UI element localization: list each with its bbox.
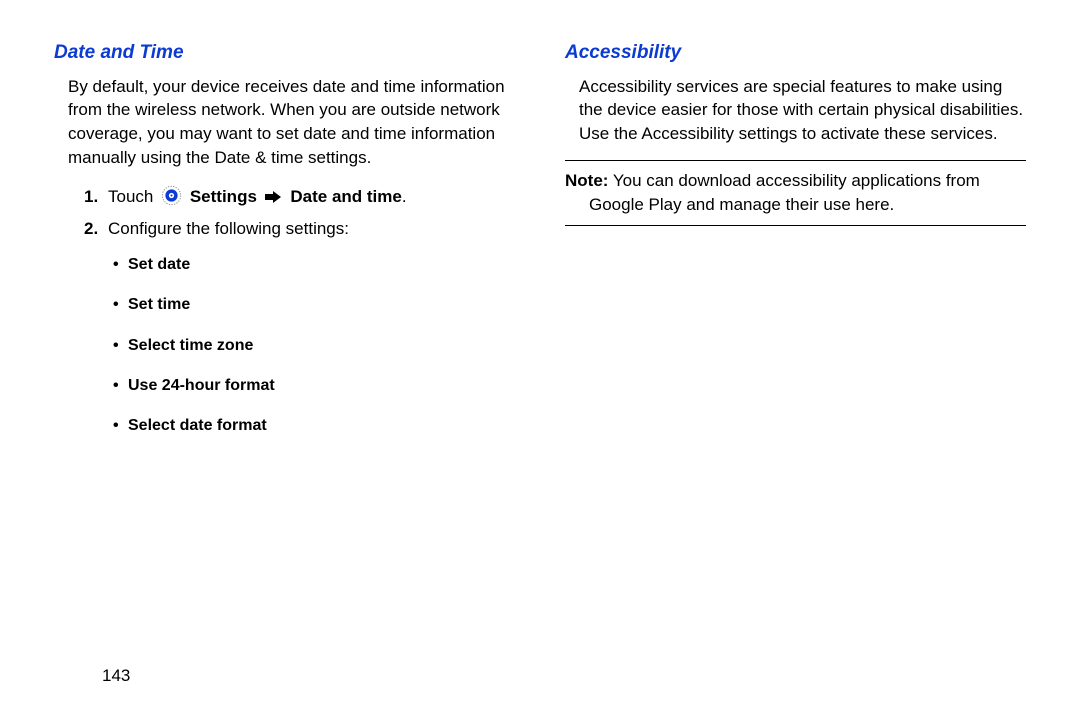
step-2-number: 2. <box>84 216 108 242</box>
note-text: Note: You can download accessibility app… <box>565 169 1026 217</box>
step-2: 2. Configure the following settings: <box>84 216 515 242</box>
steps-list: 1. Touch Settings <box>84 184 515 242</box>
accessibility-heading: Accessibility <box>565 40 1026 67</box>
accessibility-intro: Accessibility services are special featu… <box>579 75 1026 146</box>
note-divider-bottom <box>565 225 1026 226</box>
note-label: Note: <box>565 171 608 190</box>
bullet-set-time: Set time <box>128 294 515 316</box>
right-column: Accessibility Accessibility services are… <box>565 40 1026 644</box>
left-column: Date and Time By default, your device re… <box>54 40 515 644</box>
settings-bullets: Set date Set time Select time zone Use 2… <box>128 254 515 438</box>
settings-gear-icon <box>161 185 182 206</box>
step-1-touch: Touch <box>108 187 153 206</box>
note-line-2: Google Play and manage their use here. <box>565 193 894 217</box>
bullet-select-time-zone: Select time zone <box>128 335 515 357</box>
bullet-set-date: Set date <box>128 254 515 276</box>
bullet-select-date-format: Select date format <box>128 415 515 437</box>
bullet-24-hour-format: Use 24-hour format <box>128 375 515 397</box>
step-1-datetime-label: Date and time <box>290 187 401 206</box>
date-time-heading: Date and Time <box>54 40 515 67</box>
note-line-1: You can download accessibility applicati… <box>608 171 979 190</box>
page-number: 143 <box>102 644 1026 700</box>
step-1-body: Touch Settings <box>108 184 515 211</box>
step-2-text: Configure the following settings: <box>108 216 515 242</box>
step-1-settings-label: Settings <box>190 187 257 206</box>
date-time-intro: By default, your device receives date an… <box>68 75 515 170</box>
note-box: Note: You can download accessibility app… <box>565 161 1026 225</box>
step-1-number: 1. <box>84 184 108 211</box>
step-1: 1. Touch Settings <box>84 184 515 211</box>
arrow-right-icon <box>265 185 283 211</box>
step-1-period: . <box>402 187 407 206</box>
